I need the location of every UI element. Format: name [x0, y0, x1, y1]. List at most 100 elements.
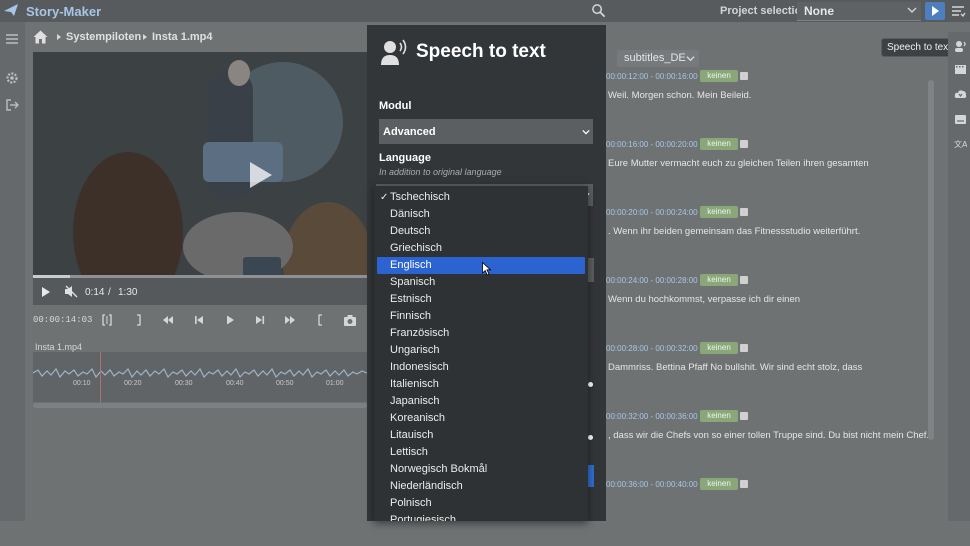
subtitle-checkbox[interactable] — [740, 276, 748, 284]
subtitle-row[interactable]: 00:00:20:00 - 00:00:24:00 keinen . Wenn ih… — [606, 206, 936, 274]
subtitle-text[interactable]: Eure Mutter vermacht euch zu gleichen Te… — [608, 158, 869, 169]
subtitle-checkbox[interactable] — [740, 412, 748, 420]
subtitle-row[interactable]: 00:00:32:00 - 00:00:36:00 keinen , dass wi… — [606, 410, 936, 478]
speaking-person-icon — [381, 39, 407, 65]
time-separator: / — [108, 287, 111, 298]
subtitle-checkbox[interactable] — [740, 480, 748, 488]
subtitle-row[interactable]: 00:00:12:00 - 00:00:16:00 keinen Weil. Mor… — [606, 70, 936, 138]
language-option-label: Französisch — [390, 327, 450, 339]
timeline-scrollbar[interactable] — [33, 403, 367, 408]
subtitle-speaker-badge[interactable]: keinen — [700, 70, 738, 82]
svg-text:文A: 文A — [954, 139, 967, 149]
subtitle-speaker-badge[interactable]: keinen — [700, 478, 738, 490]
home-icon[interactable] — [33, 30, 48, 44]
subtitle-row[interactable]: 00:00:28:00 - 00:00:32:00 keinen Dammriss.… — [606, 342, 936, 410]
subtitle-text[interactable]: Wenn du hochkommst, verpasse ich dir ein… — [608, 294, 800, 305]
language-option-label: Litauisch — [390, 429, 434, 441]
subtitle-checkbox[interactable] — [740, 72, 748, 80]
subtitle-text[interactable]: . Wenn ihr beiden gemeinsam das Fitnesss… — [608, 226, 860, 237]
language-option[interactable]: Griechisch — [377, 240, 585, 257]
chevron-down-icon — [686, 56, 695, 62]
language-option[interactable]: Dänisch — [377, 206, 585, 223]
subtitle-row[interactable]: 00:00:24:00 - 00:00:28:00 keinen Wenn du h… — [606, 274, 936, 342]
mark-in-out-icon[interactable] — [101, 314, 113, 326]
language-option[interactable]: Englisch — [377, 257, 585, 274]
subtitles-scrollbar[interactable] — [928, 80, 934, 440]
language-option[interactable]: Italienisch — [377, 376, 585, 393]
subtitle-text[interactable]: Weil. Morgen schon. Mein Beileid. — [608, 90, 751, 101]
start-button[interactable] — [588, 465, 594, 487]
search-icon[interactable] — [591, 3, 606, 18]
mark-out-icon[interactable] — [132, 314, 144, 326]
language-option-label: Estnisch — [390, 293, 432, 305]
language-option[interactable]: Japanisch — [377, 393, 585, 410]
breadcrumb-arrow-icon — [57, 34, 61, 40]
language-option[interactable]: Lettisch — [377, 444, 585, 461]
chevron-down-icon — [582, 129, 590, 135]
language-option[interactable]: Estnisch — [377, 291, 585, 308]
language-option[interactable]: Deutsch — [377, 223, 585, 240]
subtitle-speaker-badge[interactable]: keinen — [700, 206, 738, 218]
mute-icon[interactable] — [64, 285, 78, 298]
subtitle-speaker-badge[interactable]: keinen — [700, 342, 738, 354]
fast-forward-icon[interactable] — [284, 314, 296, 326]
partially-hidden-field[interactable] — [588, 258, 594, 282]
language-option[interactable]: Finnisch — [377, 308, 585, 325]
language-option-label: Portugiesisch — [390, 514, 457, 521]
subtitle-language-select[interactable]: subtitles_DE — [617, 50, 699, 67]
play-icon[interactable] — [224, 314, 236, 326]
language-option[interactable]: Koreanisch — [377, 410, 585, 427]
video-player[interactable] — [33, 52, 367, 305]
subtitle-text[interactable]: , dass wir die Chefs von so einer tollen… — [608, 430, 929, 441]
camera-icon[interactable] — [343, 314, 357, 327]
step-back-icon[interactable] — [193, 314, 205, 326]
video-progress-track[interactable] — [33, 275, 367, 278]
language-option[interactable]: ✓ Tschechisch — [377, 189, 585, 206]
mark-in-icon[interactable] — [315, 314, 327, 326]
project-select-value: None — [804, 4, 834, 18]
subtitles-box-icon[interactable] — [954, 113, 967, 126]
speech-to-text-icon[interactable] — [954, 40, 967, 53]
language-option[interactable]: Portugiesisch — [377, 512, 585, 521]
breadcrumb-item-systempiloten[interactable]: Systempiloten — [66, 31, 141, 43]
language-option[interactable]: Litauisch — [377, 427, 585, 444]
timeline-playhead[interactable] — [100, 352, 101, 402]
step-forward-icon[interactable] — [254, 314, 266, 326]
subtitle-checkbox[interactable] — [740, 208, 748, 216]
toggle-knob[interactable] — [588, 435, 593, 440]
modul-select[interactable]: Advanced — [379, 119, 593, 144]
play-overlay-icon[interactable] — [250, 162, 272, 188]
translate-icon[interactable]: 文A — [954, 138, 967, 151]
subtitle-speaker-badge[interactable]: keinen — [700, 274, 738, 286]
language-option[interactable]: Ungarisch — [377, 342, 585, 359]
cloud-download-icon[interactable] — [954, 88, 967, 101]
toggle-knob[interactable] — [588, 382, 593, 387]
timeline-tick: 00:20 — [124, 380, 142, 387]
dialog-title: Speech to text — [416, 41, 546, 62]
subtitle-row[interactable]: 00:00:16:00 - 00:00:20:00 keinen Eure Mutt… — [606, 138, 936, 206]
rewind-icon[interactable] — [162, 314, 174, 326]
logout-icon[interactable] — [5, 98, 19, 112]
menu-icon[interactable] — [5, 32, 19, 46]
language-option[interactable]: Indonesisch — [377, 359, 585, 376]
play-icon[interactable] — [42, 287, 50, 297]
subtitle-checkbox[interactable] — [740, 140, 748, 148]
subtitle-checkbox[interactable] — [740, 344, 748, 352]
breadcrumb-item-file[interactable]: Insta 1.mp4 — [152, 31, 213, 43]
language-dropdown-list[interactable]: ✓ Tschechisch Dänisch Deutsch Griechisch Engl… — [374, 186, 588, 521]
language-option[interactable]: Norwegisch Bokmål — [377, 461, 585, 478]
language-option[interactable]: Polnisch — [377, 495, 585, 512]
subtitle-row[interactable]: 00:00:36:00 - 00:00:40:00 keinen — [606, 478, 936, 546]
subtitle-list-icon[interactable] — [950, 3, 966, 19]
language-option[interactable]: Französisch — [377, 325, 585, 342]
project-select[interactable]: None — [797, 2, 921, 21]
language-option[interactable]: Niederländisch — [377, 478, 585, 495]
subtitle-text[interactable]: Dammriss. Bettina Pfaff No bullshit. Wir… — [608, 362, 862, 373]
film-icon[interactable] — [954, 63, 967, 76]
subtitle-speaker-badge[interactable]: keinen — [700, 410, 738, 422]
language-option-label: Lettisch — [390, 446, 428, 458]
video-view-toggle-button[interactable] — [925, 2, 945, 20]
subtitle-speaker-badge[interactable]: keinen — [700, 138, 738, 150]
gear-icon[interactable] — [5, 71, 19, 85]
language-option[interactable]: Spanisch — [377, 274, 585, 291]
